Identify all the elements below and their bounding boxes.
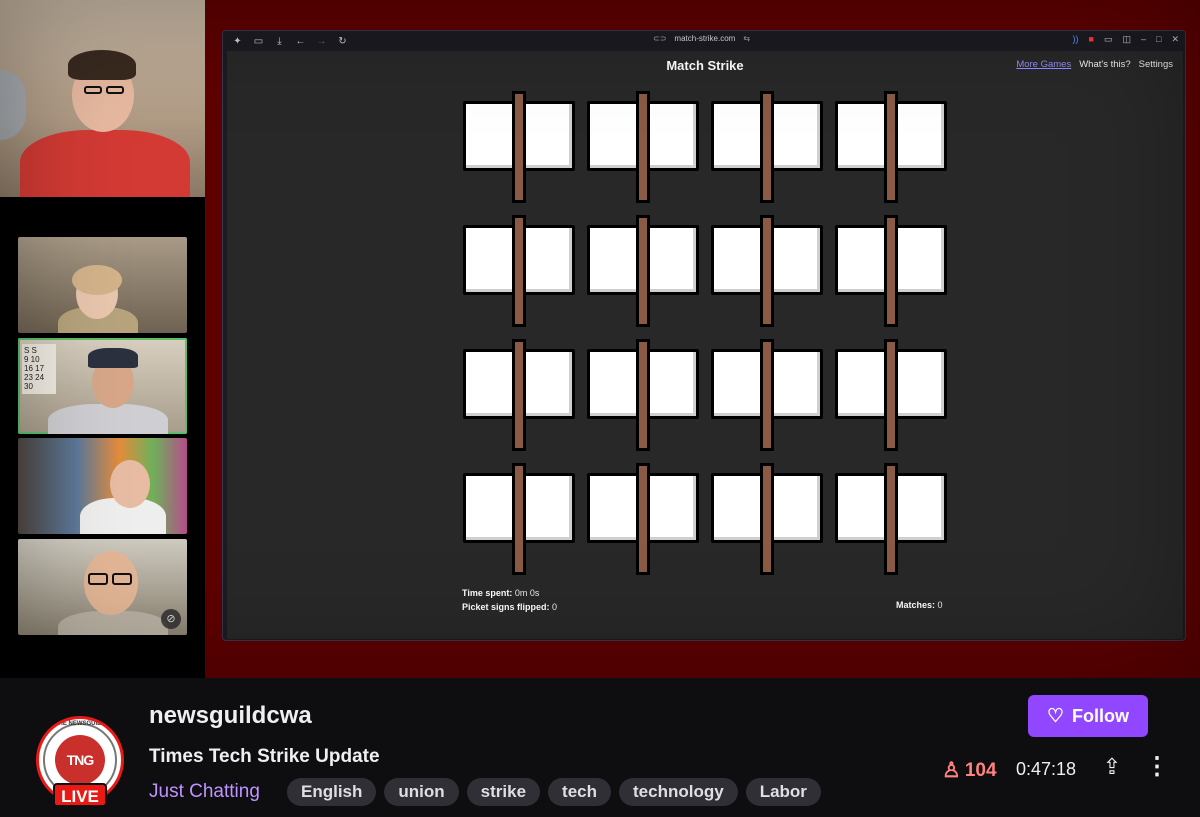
tag-chip[interactable]: union: [384, 778, 459, 806]
tag-chip[interactable]: technology: [619, 778, 738, 806]
tag-chip[interactable]: Labor: [745, 778, 821, 806]
sign-stick: [760, 91, 774, 203]
share-icon[interactable]: ⇪: [1099, 754, 1125, 782]
camera-guest-2: S S9 10 16 17 23 24 30: [18, 338, 187, 434]
sign-stick: [636, 215, 650, 327]
more-vertical-icon[interactable]: ⋮: [1145, 754, 1169, 782]
mic-off-icon: ⊘: [161, 609, 181, 629]
tag-chip[interactable]: tech: [548, 778, 612, 806]
picket-sign-card[interactable]: [711, 215, 823, 327]
sign-stick: [636, 463, 650, 575]
matches-value: 0: [937, 600, 943, 610]
sidebar-icon[interactable]: ▭: [248, 36, 269, 47]
split-icon[interactable]: ◫: [1122, 34, 1131, 45]
window-icon[interactable]: ▭: [1104, 34, 1113, 45]
sign-stick: [636, 339, 650, 451]
camera-main-host: [0, 0, 205, 197]
back-icon[interactable]: ←: [290, 36, 311, 47]
picket-sign-card[interactable]: [711, 91, 823, 203]
matches-label: Matches:: [896, 600, 936, 610]
avatar-ring-text: THE NEWSGUILD: [54, 721, 106, 727]
sign-stick: [636, 91, 650, 203]
address-bar[interactable]: ⊂⊃ match-strike.com ⇆: [653, 34, 750, 43]
address-text: match-strike.com: [674, 34, 736, 43]
picket-sign-card[interactable]: [835, 463, 947, 575]
maximize-icon[interactable]: □: [1156, 34, 1161, 45]
camera-guest-4: ⊘: [18, 539, 187, 635]
sign-stick: [760, 215, 774, 327]
stream-uptime: 0:47:18: [1016, 759, 1077, 779]
close-icon[interactable]: ✕: [1171, 34, 1179, 45]
sign-stick: [512, 463, 526, 575]
whats-this-link[interactable]: What's this?: [1079, 59, 1130, 70]
picket-sign-card[interactable]: [711, 463, 823, 575]
picket-sign-card[interactable]: [587, 339, 699, 451]
tag-list: English union strike tech technology Labor: [287, 778, 821, 806]
picket-sign-card[interactable]: [463, 91, 575, 203]
picket-sign-card[interactable]: [587, 463, 699, 575]
time-spent-label: Time spent:: [462, 588, 513, 598]
wireless-icon[interactable]: )): [1073, 34, 1079, 45]
camera-column: S S9 10 16 17 23 24 30 ⊘: [0, 0, 205, 678]
browser-menu-icon[interactable]: ✦: [227, 36, 248, 47]
minimize-icon[interactable]: –: [1141, 34, 1146, 45]
sign-stick: [884, 339, 898, 451]
flipped-value: 0: [552, 602, 558, 612]
picket-sign-card[interactable]: [463, 463, 575, 575]
flipped-label: Picket signs flipped:: [462, 602, 550, 612]
sign-stick: [884, 215, 898, 327]
stream-title: Times Tech Strike Update: [149, 746, 380, 767]
download-icon[interactable]: ⤓: [269, 36, 290, 47]
sign-stick: [760, 463, 774, 575]
picket-sign-card[interactable]: [835, 215, 947, 327]
picket-sign-card[interactable]: [711, 339, 823, 451]
stats-right: Matches: 0: [896, 600, 943, 610]
picket-sign-card[interactable]: [587, 91, 699, 203]
extension-icon[interactable]: ■: [1089, 34, 1094, 45]
camera-guest-1: [18, 237, 187, 333]
tag-chip[interactable]: English: [287, 778, 377, 806]
browser-window: ✦ ▭ ⤓ ← → ↻ ⊂⊃ match-strike.com ⇆ )) ■ ▭…: [222, 30, 1186, 641]
forward-icon[interactable]: →: [311, 36, 332, 47]
sign-stick: [760, 339, 774, 451]
tag-chip[interactable]: strike: [466, 778, 541, 806]
sign-stick: [512, 339, 526, 451]
sign-stick: [884, 91, 898, 203]
camera-guest-3: [18, 438, 187, 534]
picket-sign-card[interactable]: [463, 215, 575, 327]
follow-label: Follow: [1072, 705, 1130, 726]
stats-left: Time spent: 0m 0s Picket signs flipped: …: [462, 586, 557, 614]
sign-stick: [884, 463, 898, 575]
sign-stick: [512, 91, 526, 203]
sign-stick: [512, 215, 526, 327]
picket-sign-card[interactable]: [587, 215, 699, 327]
time-spent-value: 0m 0s: [514, 588, 540, 598]
user-icon: ♙: [942, 759, 961, 782]
reload-icon[interactable]: ↻: [332, 36, 353, 47]
channel-name[interactable]: newsguildcwa: [149, 702, 312, 730]
picket-sign-card[interactable]: [835, 339, 947, 451]
link-icon: ⊂⊃: [653, 34, 667, 43]
stream-video[interactable]: S S9 10 16 17 23 24 30 ⊘ ✦ ▭ ⤓ ← → ↻ ⊂⊃ …: [0, 0, 1200, 678]
more-games-link[interactable]: More Games: [1016, 59, 1071, 70]
settings-link[interactable]: Settings: [1139, 59, 1173, 70]
picket-sign-card[interactable]: [463, 339, 575, 451]
viewer-count-value: 104: [964, 759, 997, 781]
stream-info-bar: THE NEWSGUILD TNG LIVE newsguildcwa Time…: [0, 678, 1200, 817]
avatar-logo: TNG: [55, 735, 105, 785]
heart-icon: ♡: [1046, 705, 1065, 727]
picket-sign-card[interactable]: [835, 91, 947, 203]
follow-button[interactable]: ♡ Follow: [1028, 695, 1148, 737]
live-badge: LIVE: [53, 783, 107, 807]
viewer-count: ♙ 104: [942, 758, 997, 783]
browser-toolbar: ✦ ▭ ⤓ ← → ↻ ⊂⊃ match-strike.com ⇆ )) ■ ▭…: [223, 31, 1185, 51]
game-page: Match Strike More Games What's this? Set…: [227, 51, 1183, 639]
tune-icon[interactable]: ⇆: [743, 34, 750, 43]
stream-category[interactable]: Just Chatting: [149, 781, 260, 803]
